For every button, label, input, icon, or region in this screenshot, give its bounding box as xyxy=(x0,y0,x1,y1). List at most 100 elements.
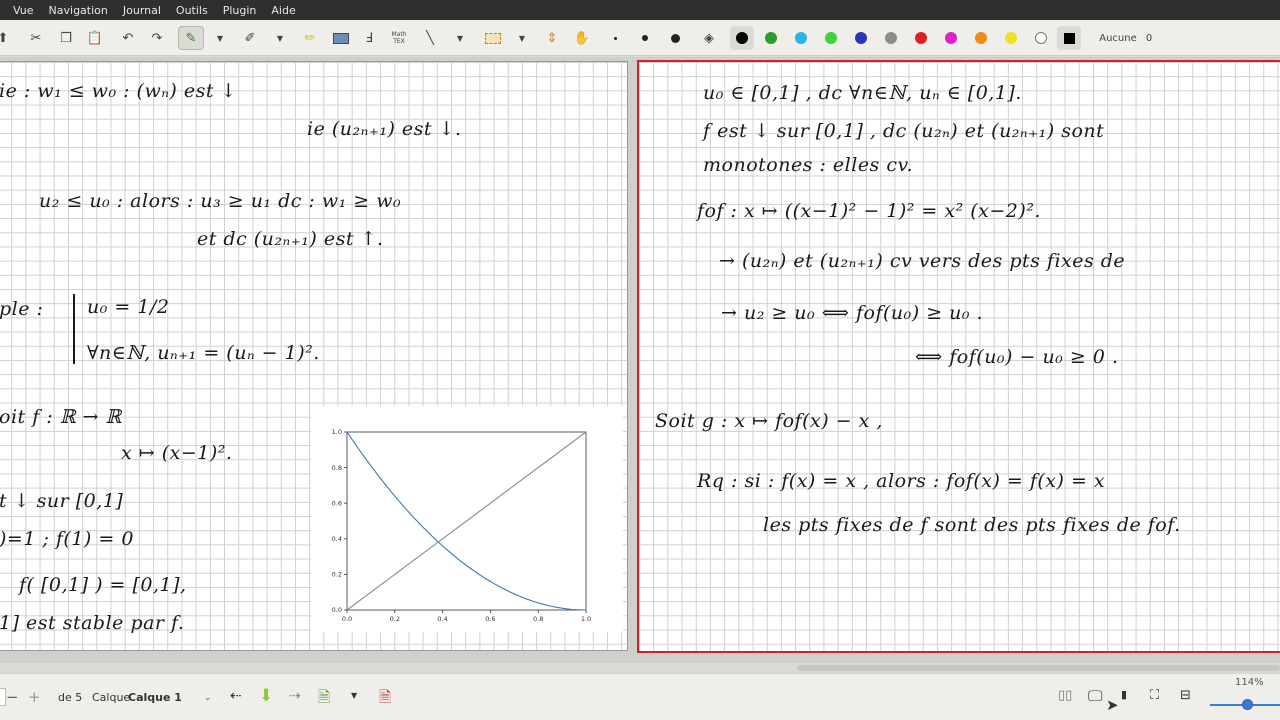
pen-size-fine-icon[interactable] xyxy=(609,28,621,48)
menu-outils[interactable]: Outils xyxy=(176,4,208,17)
note-line: et dc (u₂ₙ₊₁) est ↑. xyxy=(197,228,384,250)
brace xyxy=(73,294,81,364)
chevron-down-icon[interactable]: ▼ xyxy=(214,28,226,48)
menu-navigation[interactable]: Navigation xyxy=(49,4,108,17)
math-tex-icon[interactable]: Math TEX xyxy=(388,28,410,48)
presentation-icon[interactable]: 🖵 xyxy=(1088,687,1102,705)
color-swatch-lightgreen[interactable] xyxy=(824,28,838,48)
page-increment-button[interactable]: + xyxy=(28,688,41,706)
math-label: Math xyxy=(391,31,407,38)
y-tick-label: 0.0 xyxy=(332,606,342,614)
two-pages-icon[interactable]: ▯▯ xyxy=(1058,688,1072,703)
chevron-down-icon: ⌄ xyxy=(203,692,212,703)
x-tick-label: 0.8 xyxy=(533,615,543,623)
note-line: ie : w₁ ≤ w₀ : (wₙ) est ↓ xyxy=(0,80,237,102)
custom-color-button[interactable] xyxy=(1057,26,1081,50)
layer-selector-label[interactable]: Aucune xyxy=(1098,28,1138,48)
chevron-down-icon[interactable]: ▼ xyxy=(516,28,528,48)
page-left[interactable]: ie : w₁ ≤ w₀ : (wₙ) est ↓ ie (u₂ₙ₊₁) est… xyxy=(0,61,628,651)
highlighter-icon[interactable]: ✏ xyxy=(302,28,318,48)
zoom-percent-label: 114% xyxy=(1235,677,1264,688)
pen-size-medium-icon[interactable] xyxy=(639,28,651,48)
note-line: Rq : si : f(x) = x , alors : fof(x) = f(… xyxy=(697,470,1106,492)
note-line: 1] est stable par f. xyxy=(0,612,185,634)
menu-bar: Vue Navigation Journal Outils Plugin Aid… xyxy=(0,0,1280,20)
color-swatch-lightblue[interactable] xyxy=(794,28,808,48)
note-line: ⟺ fof(u₀) − u₀ ≥ 0 . xyxy=(915,346,1119,368)
y-tick-label: 1.0 xyxy=(332,428,342,436)
x-tick-label: 0.2 xyxy=(390,615,400,623)
status-bar: − + de 5 Calque Calque 1 ⌄ ⇠ ⬇ ⇢ 🗎 ▼ 🗎 ▯… xyxy=(0,673,1280,720)
note-line: → (u₂ₙ) et (u₂ₙ₊₁) cv vers des pts fixes… xyxy=(719,250,1126,272)
image-icon[interactable] xyxy=(332,28,350,48)
fill-color-icon[interactable]: ◈ xyxy=(700,28,718,48)
y-tick-label: 0.4 xyxy=(332,535,342,543)
menu-journal[interactable]: Journal xyxy=(123,4,161,17)
arrow-right-icon[interactable]: ⇢ xyxy=(289,688,301,704)
color-swatch-orange[interactable] xyxy=(974,28,988,48)
pages-stack-icon[interactable]: ▮ xyxy=(1121,688,1127,701)
color-swatch-green[interactable] xyxy=(764,28,778,48)
menu-plugin[interactable]: Plugin xyxy=(223,4,257,17)
layer-count: 0 xyxy=(1145,32,1153,44)
undo-icon[interactable]: ↶ xyxy=(120,28,136,48)
plot-image[interactable]: 0.0 0.2 0.4 0.6 0.8 1.0 0.0 0.2 0.4 0.6 0.8 1.0 xyxy=(311,406,623,632)
menu-aide[interactable]: Aide xyxy=(271,4,295,17)
toolbar: ⬆ ✂ ❐ 📋 ↶ ↷ ✎ ▼ ✐ ▼ ✏ Ⅎ Math TEX ╲ ▼ ▼ ⇕… xyxy=(0,20,1280,56)
save-icon[interactable]: ⬆ xyxy=(0,28,10,48)
color-swatch-yellow[interactable] xyxy=(1004,28,1018,48)
note-line: fof : x ↦ ((x−1)² − 1)² = x² (x−2)². xyxy=(697,200,1041,222)
select-rect-icon[interactable] xyxy=(484,28,502,48)
note-line: ie (u₂ₙ₊₁) est ↓. xyxy=(307,118,462,140)
pen-size-thick-icon[interactable] xyxy=(668,28,682,48)
note-line: u₂ ≤ u₀ : alors : u₃ ≥ u₁ dc : w₁ ≥ w₀ xyxy=(39,190,402,212)
note-line: → u₂ ≥ u₀ ⟺ fof(u₀) ≥ u₀ . xyxy=(721,302,984,324)
note-line: f( [0,1] ) = [0,1], xyxy=(19,574,187,596)
x-tick-label: 0.0 xyxy=(342,615,352,623)
layer-dropdown[interactable]: Calque 1 ⌄ xyxy=(128,691,211,704)
arrow-down-green-icon[interactable]: ⬇ xyxy=(259,686,273,706)
note-line: u₀ ∈ [0,1] , dc ∀n∈ℕ, uₙ ∈ [0,1]. xyxy=(703,82,1022,104)
cut-icon[interactable]: ✂ xyxy=(28,28,44,48)
chevron-down-icon[interactable]: ▼ xyxy=(351,691,357,700)
color-swatch-white[interactable] xyxy=(1034,28,1048,48)
line-tool-icon[interactable]: ╲ xyxy=(422,28,438,48)
hand-tool-icon[interactable]: ✋ xyxy=(573,28,591,48)
paste-icon[interactable]: 📋 xyxy=(87,28,103,48)
page-decrement-button[interactable]: − xyxy=(6,688,19,706)
document-canvas[interactable]: ie : w₁ ≤ w₀ : (wₙ) est ↓ ie (u₂ₙ₊₁) est… xyxy=(0,57,1280,663)
color-swatch-black[interactable] xyxy=(730,26,754,50)
color-swatch-gray[interactable] xyxy=(884,28,898,48)
chevron-down-icon[interactable]: ▼ xyxy=(454,28,466,48)
zoom-out-icon[interactable]: ⊟ xyxy=(1180,688,1191,703)
series-line-1 xyxy=(346,431,587,611)
eraser-icon[interactable]: ✐ xyxy=(242,28,258,48)
fullscreen-icon[interactable]: ⛶ xyxy=(1150,688,1159,703)
vertical-space-icon[interactable]: ⇕ xyxy=(543,28,561,48)
horizontal-scrollbar[interactable] xyxy=(797,665,1280,671)
page-right-active[interactable]: u₀ ∈ [0,1] , dc ∀n∈ℕ, uₙ ∈ [0,1]. f est … xyxy=(637,60,1280,653)
note-line: les pts fixes de f sont des pts fixes de… xyxy=(763,514,1181,536)
text-tool-icon[interactable]: Ⅎ xyxy=(362,28,376,48)
color-swatch-blue[interactable] xyxy=(854,28,868,48)
line-chart: 0.0 0.2 0.4 0.6 0.8 1.0 0.0 0.2 0.4 0.6 0.8 1.0 xyxy=(332,428,592,623)
note-line: u₀ = 1/2 xyxy=(87,296,170,318)
y-tick-label: 0.8 xyxy=(332,464,342,472)
menu-vue[interactable]: Vue xyxy=(13,4,34,17)
arrow-left-icon[interactable]: ⇠ xyxy=(230,688,242,704)
new-page-icon[interactable]: 🗎 xyxy=(318,687,330,712)
color-swatch-magenta[interactable] xyxy=(944,28,958,48)
chevron-down-icon[interactable]: ▼ xyxy=(274,28,286,48)
y-tick-label: 0.6 xyxy=(332,499,342,507)
copy-icon[interactable]: ❐ xyxy=(58,28,74,48)
delete-page-icon[interactable]: 🗎 xyxy=(379,687,391,712)
note-line: monotones : elles cv. xyxy=(703,154,914,176)
redo-icon[interactable]: ↷ xyxy=(149,28,165,48)
note-line: oit f : ℝ → ℝ xyxy=(0,406,122,428)
layer-dropdown-value: Calque 1 xyxy=(128,691,182,704)
note-line: )=1 ; f(1) = 0 xyxy=(0,528,134,550)
zoom-slider-handle[interactable] xyxy=(1242,699,1253,710)
pen-tool-icon[interactable]: ✎ xyxy=(178,26,204,50)
color-swatch-red[interactable] xyxy=(914,28,928,48)
note-line: f est ↓ sur [0,1] , dc (u₂ₙ) et (u₂ₙ₊₁) … xyxy=(703,120,1105,142)
